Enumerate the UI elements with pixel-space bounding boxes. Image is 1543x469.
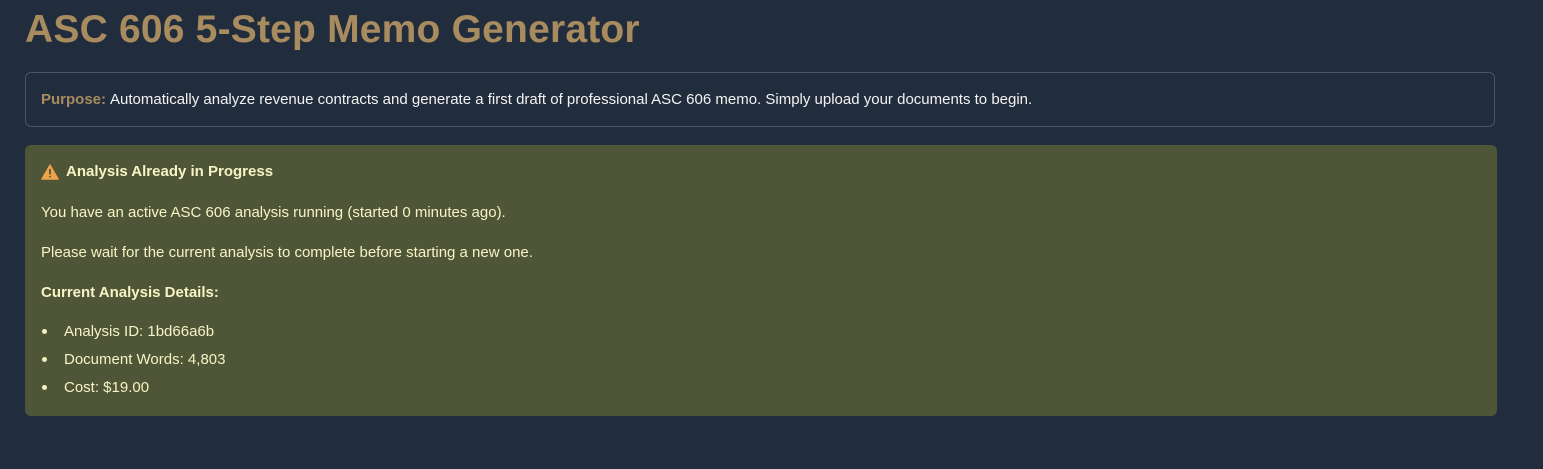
analysis-details-list: Analysis ID: 1bd66a6b Document Words: 4,… [41,322,225,406]
bullet-icon [42,357,47,362]
document-words-text: Document Words: 4,803 [64,351,226,368]
bullet-icon [42,329,47,334]
purpose-text: Automatically analyze revenue contracts … [110,91,1033,108]
cost-text: Cost: $19.00 [64,379,150,396]
alert-heading: Analysis Already in Progress [41,163,273,180]
main-content: ASC 606 5-Step Memo Generator Purpose: A… [25,0,1497,416]
purpose-box: Purpose: Automatically analyze revenue c… [25,72,1495,127]
list-item-analysis-id: Analysis ID: 1bd66a6b [41,322,225,350]
analysis-in-progress-alert: Analysis Already in Progress You have an… [25,145,1497,416]
details-heading: Current Analysis Details: [41,284,219,301]
analysis-id-text: Analysis ID: 1bd66a6b [64,323,215,340]
list-item-document-words: Document Words: 4,803 [41,350,225,378]
alert-instruction-line: Please wait for the current analysis to … [41,244,533,261]
alert-heading-text: Analysis Already in Progress [66,163,274,180]
list-item-cost: Cost: $19.00 [41,378,225,406]
page-title: ASC 606 5-Step Memo Generator [25,8,640,51]
bullet-icon [42,385,47,390]
purpose-label: Purpose: [41,91,107,108]
alert-status-line: You have an active ASC 606 analysis runn… [41,204,506,221]
warning-icon [41,163,59,180]
